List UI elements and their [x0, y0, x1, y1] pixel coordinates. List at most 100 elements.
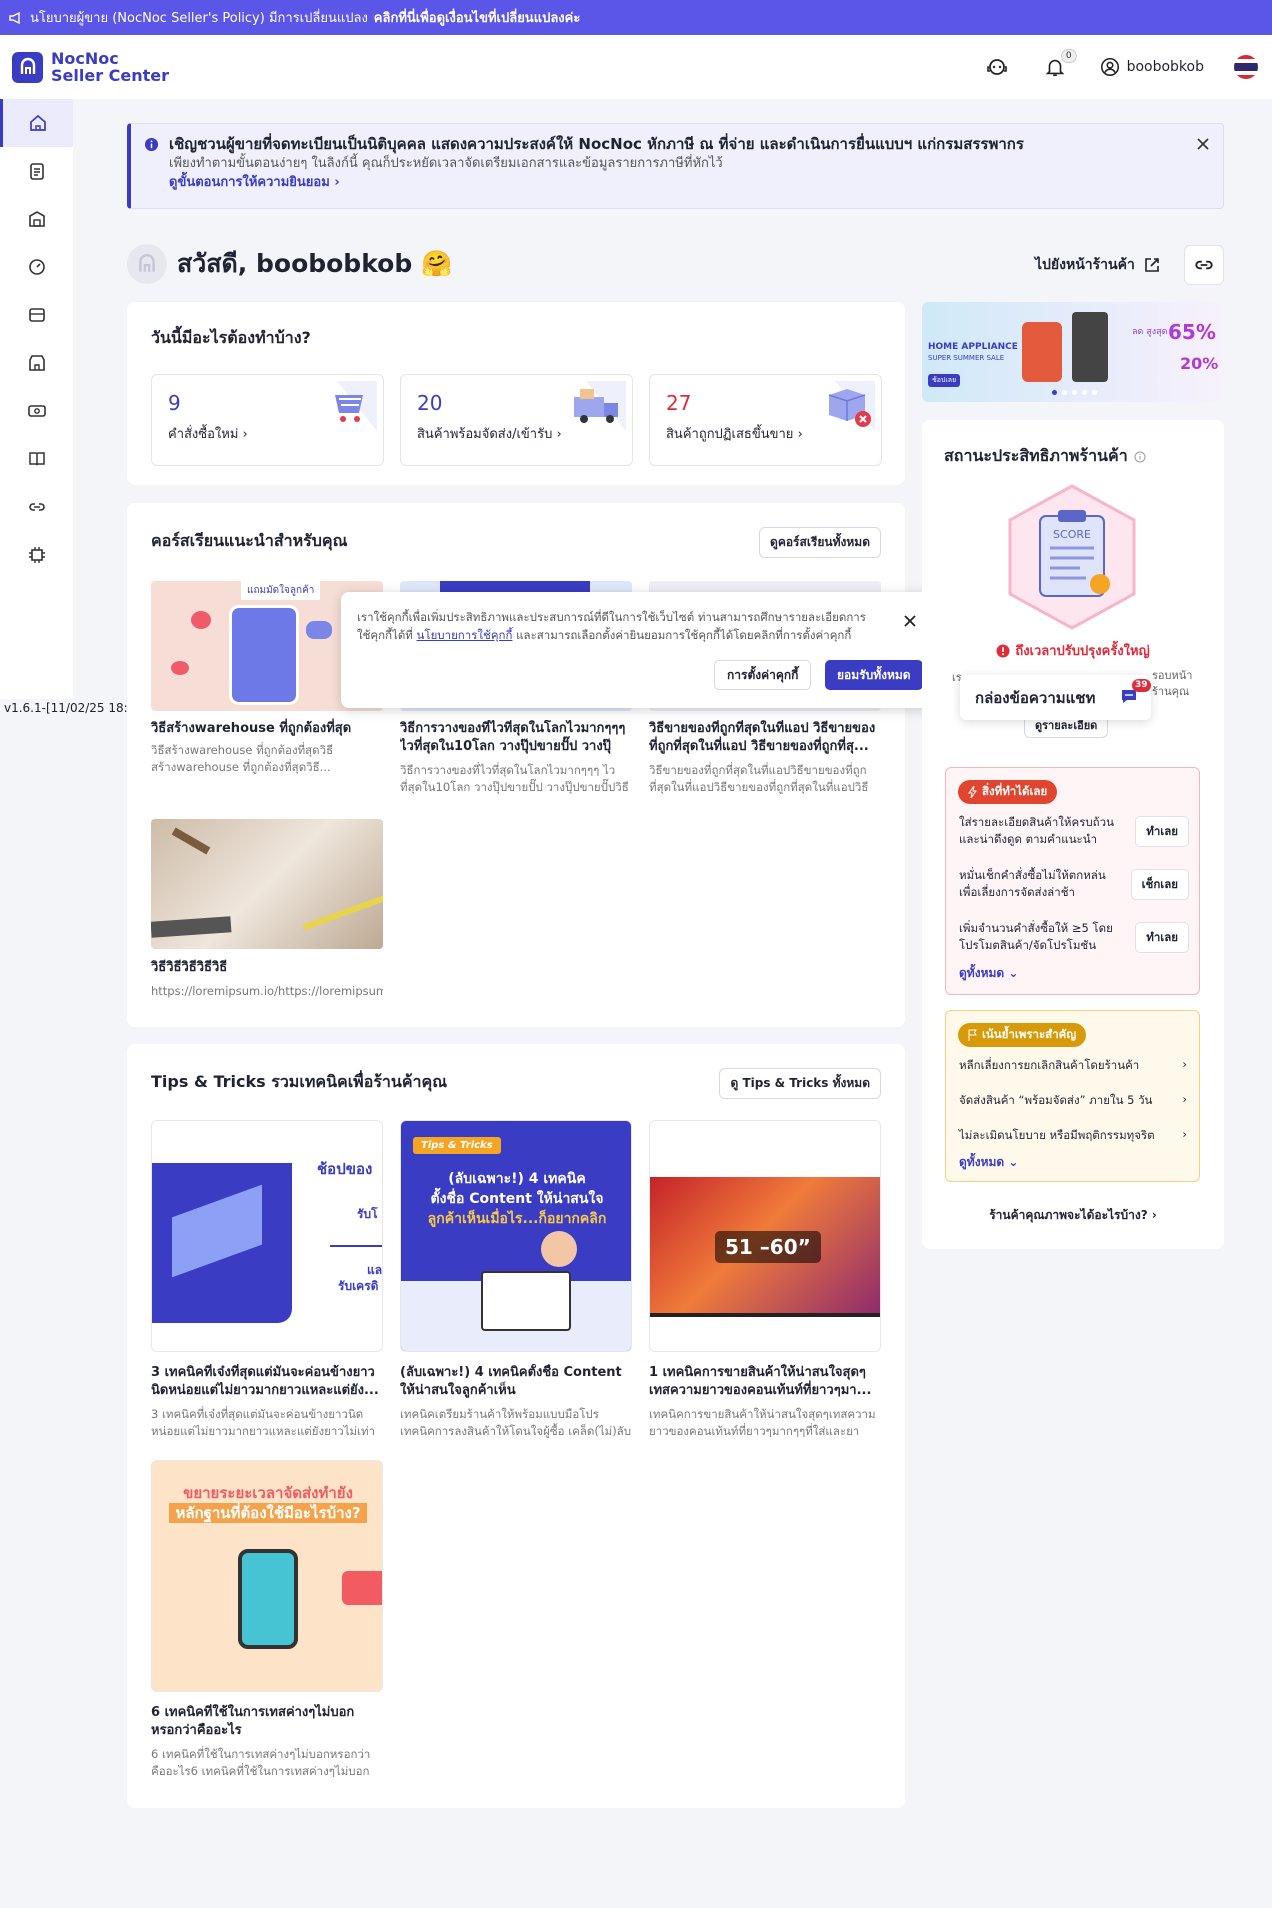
thumb-text: ตั้งชื่อ Content ให้น่าสนใจ [430, 1191, 604, 1207]
support-icon[interactable] [983, 53, 1011, 81]
tip-thumbnail[interactable]: ช้อปของ รับโ แล รับเครดิ [151, 1120, 383, 1352]
clipboard-icon [29, 163, 44, 180]
cookie-consent: เราใช้คุกกี้เพื่อเพิ่มประสิทธิภาพและประส… [341, 592, 939, 708]
course-title[interactable]: วิธีการวางของที่ไวที่สุดในโลกไวมากๆๆๆ ไว… [400, 720, 632, 756]
goto-shop-link[interactable]: ไปยังหน้าร้านค้า [1035, 254, 1161, 276]
cookie-text: เราใช้คุกกี้เพื่อเพิ่มประสิทธิภาพและประส… [357, 610, 866, 642]
course-desc: วิธีสร้างwarehouse ที่ถูกต้องที่สุดวิธีส… [151, 743, 334, 774]
notice-link[interactable]: ดูขั้นตอนการให้ความยินยอม › [169, 175, 340, 190]
course-title[interactable]: วิธีวิธีวิธีวิธีวิธี [151, 959, 383, 977]
cookie-policy-link[interactable]: นโยบายการใช้คุกกี้ [417, 628, 513, 642]
banner-text: นโยบายผู้ขาย (NocNoc Seller's Policy) มี… [30, 11, 368, 26]
banner-link[interactable]: คลิกที่นี่เพื่อดูเงื่อนไขที่เปลี่ยนแปลงค… [374, 7, 581, 28]
external-link-icon [1145, 258, 1159, 272]
thumb-caption: แถมมัดใจลูกค้า [241, 581, 321, 600]
todo-title: วันนี้มีอะไรต้องทำบ้าง? [151, 328, 311, 347]
notice-desc: เพียงทำตามขั้นตอนง่ายๆ ในลิงก์นี้ คุณก็ป… [169, 156, 723, 171]
promo-banner[interactable]: HOME APPLIANCE SUPER SUMMER SALE ช้อปเลย… [922, 302, 1224, 402]
do-now-button[interactable]: ทำเลย [1135, 816, 1189, 847]
logo[interactable]: NocNoc Seller Center [12, 50, 169, 84]
notification-count: 0 [1060, 49, 1077, 63]
accept-all-button[interactable]: ยอมรับทั้งหมด [825, 660, 923, 690]
store-icon [28, 355, 45, 371]
thumb-text: รับเครดิ [338, 1279, 379, 1293]
tip-desc: เทคนิคเตรียมร้านค้าให้พร้อมแบบมือโปร เทค… [400, 1407, 632, 1438]
copy-link-button[interactable] [1184, 245, 1224, 285]
course-title[interactable]: วิธีสร้างwarehouse ที่ถูกต้องที่สุด [151, 720, 383, 738]
highlight-item[interactable]: จัดส่งสินค้า “พร้อมจัดส่ง” ภายใน 5 วัน › [959, 1092, 1187, 1110]
close-icon[interactable] [903, 614, 917, 628]
tip-title[interactable]: (ลับเฉพาะ!) 4 เทคนิคตั้งชื่อ Content ให้… [400, 1364, 632, 1400]
chevron-right-icon: › [1182, 1057, 1187, 1071]
course-thumbnail[interactable] [151, 819, 383, 949]
quick-actions-box: สิ่งที่ทำได้เลย ใส่รายละเอียดสินค้าให้คร… [945, 767, 1200, 995]
sidebar-item-home[interactable] [0, 99, 73, 147]
book-icon [28, 452, 45, 466]
highlight-item[interactable]: ไม่ละเมิดนโยบาย หรือมีพฤติกรรมทุจริต › [959, 1127, 1187, 1145]
score-illustration-icon: SCORE [1008, 484, 1136, 630]
link-icon [1195, 260, 1213, 270]
do-now-button[interactable]: ทำเลย [1135, 922, 1189, 953]
sidebar-item-integrations[interactable] [0, 531, 73, 579]
todo-new-orders[interactable]: 9 คำสั่งซื้อใหม่ › [151, 374, 384, 466]
chat-count-badge: 39 [1132, 679, 1151, 692]
tip-thumbnail[interactable]: Tips & Tricks (ลับเฉพาะ!) 4 เทคนิค ตั้งช… [400, 1120, 632, 1352]
quality-store-link[interactable]: ร้านค้าคุณภาพจะได้อะไรบ้าง? › [922, 1206, 1224, 1225]
see-all-highlights-link[interactable]: ดูทั้งหมด ⌄ [959, 1153, 1018, 1172]
promo-text: ลด สูงสุด [1132, 327, 1168, 337]
inbox-icon [28, 308, 45, 322]
actions-tag: สิ่งที่ทำได้เลย [958, 780, 1058, 804]
info-icon[interactable] [1134, 451, 1146, 463]
flag-icon [968, 1029, 977, 1041]
check-now-button[interactable]: เช็กเลย [1130, 869, 1189, 900]
chat-box-popup[interactable]: กล่องข้อความแชท 39 [960, 675, 1151, 720]
promo-shop-button: ช้อปเลย [928, 374, 961, 387]
todo-ready-to-ship[interactable]: 20 สินค้าพร้อมจัดส่ง/เข้ารับ › [400, 374, 633, 466]
carousel-dots[interactable] [1052, 390, 1097, 395]
promo-text: HOME APPLIANCE [928, 342, 1018, 352]
thumb-text: ขยายระยะเวลาจัดส่งทำยัง [183, 1484, 353, 1502]
policy-banner[interactable]: นโยบายผู้ขาย (NocNoc Seller's Policy) มี… [0, 0, 1272, 35]
tips-badge: Tips & Tricks [413, 1137, 501, 1154]
chat-title: กล่องข้อความแชท [975, 688, 1096, 707]
gauge-icon [28, 259, 45, 275]
tip-thumbnail[interactable]: 51 –60” [649, 1120, 881, 1352]
top-bar: NocNoc Seller Center 0 boobobkob [0, 35, 1272, 99]
link-icon [28, 503, 45, 511]
user-icon [1100, 57, 1119, 77]
close-icon[interactable] [1195, 136, 1211, 152]
sidebar-item-orders[interactable] [0, 147, 73, 195]
sidebar-item-performance[interactable] [0, 243, 73, 291]
tip-thumbnail[interactable]: ขยายระยะเวลาจัดส่งทำยัง หลักฐานที่ต้องใช… [151, 1460, 383, 1692]
highlights-tag: เน้นย้ำเพราะสำคัญ [958, 1023, 1087, 1047]
see-all-tips-button[interactable]: ดู Tips & Tricks ทั้งหมด [719, 1068, 881, 1099]
avatar [127, 244, 167, 284]
user-menu[interactable]: boobobkob [1099, 56, 1204, 78]
action-item: ใส่รายละเอียดสินค้าให้ครบถ้วน และน่าดึงด… [959, 814, 1189, 848]
course-title[interactable]: วิธีขายของที่ถูกที่สุดในที่แอป วิธีขายขอ… [649, 720, 881, 756]
todo-rejected-products[interactable]: 27 สินค้าถูกปฏิเสธขึ้นขาย › [649, 374, 882, 466]
tip-desc: เทคนิคการขายสินค้าให้น่าสนใจสุดๆเทสความย… [649, 1407, 876, 1438]
sidebar-item-links[interactable] [0, 483, 73, 531]
sidebar-item-finance[interactable] [0, 387, 73, 435]
cookie-settings-button[interactable]: การตั้งค่าคุกกี้ [714, 660, 812, 690]
cart-illustration-icon [335, 381, 377, 431]
warehouse-icon [28, 211, 45, 227]
thai-flag-icon[interactable] [1234, 55, 1258, 79]
performance-status: ถึงเวลาปรับปรุงครั้งใหญ่ [922, 640, 1224, 661]
bell-icon[interactable]: 0 [1041, 49, 1077, 81]
sidebar-item-inbox[interactable] [0, 291, 73, 339]
sidebar-item-learning[interactable] [0, 435, 73, 483]
tip-title[interactable]: 1 เทคนิคการขายสินค้าให้น่าสนใจสุดๆ เทสคว… [649, 1364, 881, 1400]
sidebar-item-store[interactable] [0, 339, 73, 387]
megaphone-icon [9, 11, 20, 24]
chat-icon[interactable]: 39 [1120, 679, 1151, 709]
see-all-courses-button[interactable]: ดูคอร์สเรียนทั้งหมด [759, 527, 881, 558]
see-all-actions-link[interactable]: ดูทั้งหมด ⌄ [959, 964, 1018, 983]
tip-title[interactable]: 6 เทคนิคที่ใช้ในการเทสค่างๆไม่บอกหรอกว่า… [151, 1704, 383, 1740]
greeting: สวัสดี, boobobkob 🤗 [127, 244, 452, 284]
highlight-item[interactable]: หลีกเลี่ยงการยกเลิกสินค้าโดยร้านค้า › [959, 1057, 1187, 1075]
courses-card: คอร์สเรียนแนะนำสำหรับคุณ ดูคอร์สเรียนทั้… [127, 503, 905, 1027]
sidebar-item-warehouse[interactable] [0, 195, 73, 243]
tip-title[interactable]: 3 เทคนิคที่เจ๋งที่สุดแต่มันจะค่อนข้างยาว… [151, 1364, 383, 1400]
